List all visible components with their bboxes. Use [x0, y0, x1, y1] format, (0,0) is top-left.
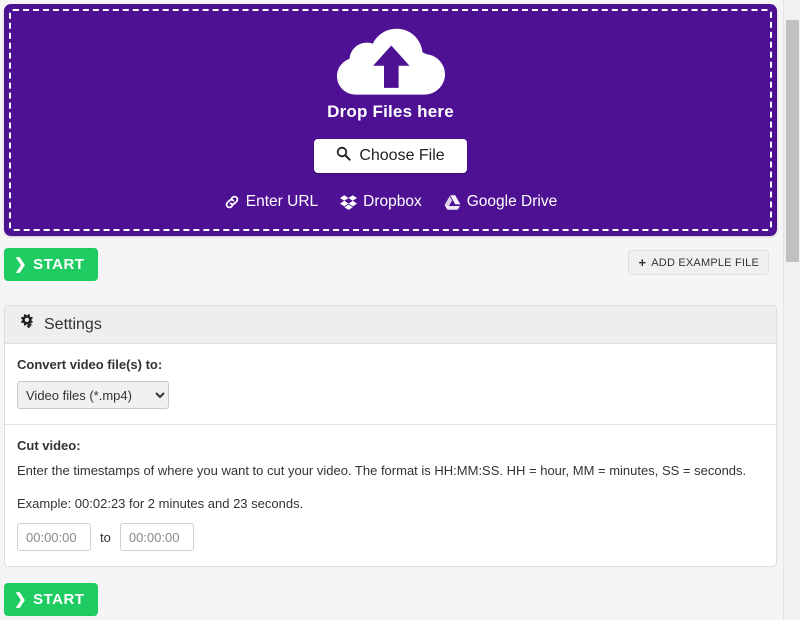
- settings-title: Settings: [44, 316, 102, 334]
- scrollbar-thumb[interactable]: [786, 20, 799, 262]
- choose-file-button[interactable]: Choose File: [314, 139, 466, 173]
- google-drive-label: Google Drive: [467, 193, 557, 211]
- add-example-file-label: ADD EXAMPLE FILE: [651, 257, 759, 269]
- drop-files-text: Drop Files here: [327, 102, 454, 122]
- chevron-right-icon: ❯: [14, 257, 27, 272]
- vertical-scrollbar[interactable]: [783, 0, 800, 620]
- cut-video-label: Cut video:: [17, 438, 764, 453]
- file-dropzone[interactable]: Drop Files here Choose File: [4, 4, 777, 236]
- settings-panel: Settings Convert video file(s) to: Video…: [4, 305, 777, 567]
- dropbox-link[interactable]: Dropbox: [340, 193, 422, 211]
- service-links: Enter URL: [224, 193, 557, 211]
- dropbox-label: Dropbox: [363, 193, 422, 211]
- footer-actions-row: ❯ START: [4, 583, 777, 620]
- cut-video-time-row: to: [17, 523, 764, 551]
- cut-video-section: Cut video: Enter the timestamps of where…: [5, 424, 776, 566]
- primary-actions-row: ❯ START + ADD EXAMPLE FILE: [4, 248, 777, 292]
- choose-file-label: Choose File: [359, 147, 444, 165]
- start-button-bottom[interactable]: ❯ START: [4, 583, 98, 616]
- cogs-icon: [17, 314, 36, 336]
- chevron-right-icon: ❯: [14, 592, 27, 607]
- enter-url-link[interactable]: Enter URL: [224, 193, 318, 211]
- search-icon: [336, 146, 351, 166]
- start-button-top[interactable]: ❯ START: [4, 248, 98, 281]
- enter-url-label: Enter URL: [246, 193, 318, 211]
- start-button-top-label: START: [33, 256, 84, 273]
- cut-video-help: Enter the timestamps of where you want t…: [17, 462, 764, 480]
- dropbox-icon: [340, 194, 357, 210]
- format-section: Convert video file(s) to: Video files (*…: [5, 344, 776, 424]
- format-label: Convert video file(s) to:: [17, 357, 764, 372]
- page-scroll-container: Drop Files here Choose File: [0, 0, 783, 620]
- google-drive-link[interactable]: Google Drive: [444, 193, 557, 211]
- settings-panel-header: Settings: [5, 306, 776, 344]
- start-button-bottom-label: START: [33, 591, 84, 608]
- cloud-upload-icon: [337, 22, 445, 100]
- plus-icon: +: [638, 255, 646, 270]
- link-icon: [224, 194, 240, 210]
- cut-end-input[interactable]: [120, 523, 194, 551]
- google-drive-icon: [444, 194, 461, 210]
- output-format-select[interactable]: Video files (*.mp4): [17, 381, 169, 409]
- cut-separator-label: to: [100, 530, 111, 545]
- cut-video-example: Example: 00:02:23 for 2 minutes and 23 s…: [17, 495, 764, 513]
- cut-start-input[interactable]: [17, 523, 91, 551]
- add-example-file-button[interactable]: + ADD EXAMPLE FILE: [628, 250, 769, 275]
